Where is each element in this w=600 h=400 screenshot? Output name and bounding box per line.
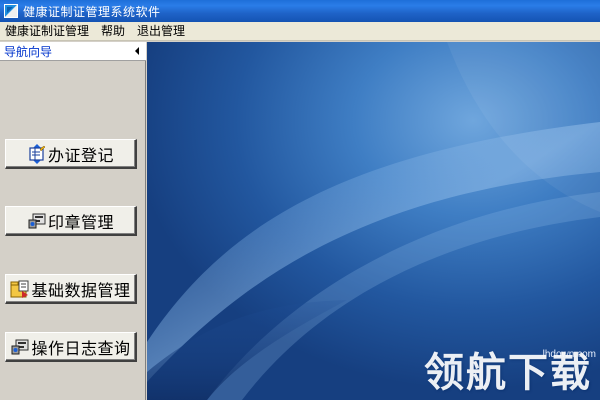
nav-header: 导航向导 bbox=[0, 42, 146, 61]
log-query-button-label: 操作日志查询 bbox=[31, 338, 131, 358]
menu-help[interactable]: 帮助 bbox=[95, 22, 131, 41]
seal-icon bbox=[28, 213, 46, 228]
register-button-label: 办证登记 bbox=[47, 145, 114, 165]
desktop-wallpaper bbox=[147, 42, 600, 400]
register-card-icon bbox=[29, 143, 46, 164]
title-bar[interactable]: 健康证制证管理系统软件 bbox=[0, 0, 600, 22]
menu-health-cert[interactable]: 健康证制证管理 bbox=[0, 22, 95, 41]
nav-panel: 导航向导 办证登记 印章管理 基础数据管理 操作日志查询 bbox=[0, 42, 146, 400]
window-title: 健康证制证管理系统软件 bbox=[23, 4, 161, 19]
watermark-url: lhdown.com bbox=[542, 349, 596, 360]
base-data-button-label: 基础数据管理 bbox=[31, 280, 131, 300]
nav-title: 导航向导 bbox=[4, 44, 53, 59]
app-logo-icon bbox=[4, 4, 18, 18]
desktop-area bbox=[147, 42, 600, 400]
log-query-button[interactable]: 操作日志查询 bbox=[5, 332, 137, 362]
chevron-left-icon[interactable] bbox=[132, 46, 142, 56]
menu-bar: 健康证制证管理 帮助 退出管理 bbox=[0, 22, 600, 41]
seal-manage-button-label: 印章管理 bbox=[47, 212, 114, 232]
log-query-icon bbox=[11, 339, 29, 354]
register-button[interactable]: 办证登记 bbox=[5, 139, 137, 169]
seal-manage-button[interactable]: 印章管理 bbox=[5, 206, 137, 236]
menu-exit[interactable]: 退出管理 bbox=[131, 22, 191, 41]
data-folder-icon bbox=[10, 280, 29, 298]
base-data-button[interactable]: 基础数据管理 bbox=[5, 274, 137, 304]
